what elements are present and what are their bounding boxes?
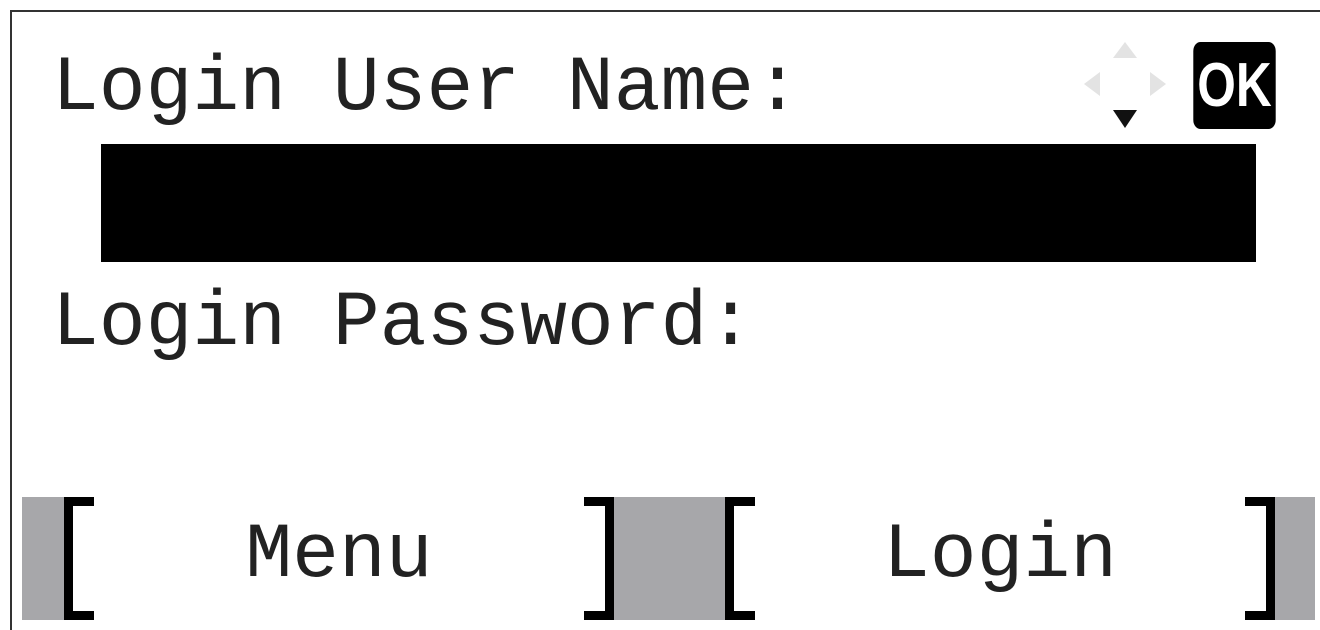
login-softkey-label: Login: [882, 512, 1118, 600]
username-label: Login User Name:: [52, 45, 801, 133]
dpad-arrows-icon: [1084, 42, 1166, 128]
arrow-right-icon: [1150, 72, 1166, 96]
menu-softkey-label: Menu: [245, 512, 433, 600]
arrow-down-icon: [1113, 110, 1137, 128]
ok-button[interactable]: OK: [1193, 42, 1276, 129]
right-bracket-icon: [1245, 497, 1275, 620]
arrow-left-icon: [1084, 72, 1100, 96]
username-input[interactable]: [101, 144, 1256, 262]
login-softkey[interactable]: Login: [725, 497, 1275, 620]
arrow-up-icon: [1113, 42, 1137, 58]
password-input[interactable]: [101, 375, 1256, 475]
menu-softkey[interactable]: Menu: [64, 497, 614, 620]
password-label: Login Password:: [52, 280, 755, 368]
right-bracket-icon: [584, 497, 614, 620]
